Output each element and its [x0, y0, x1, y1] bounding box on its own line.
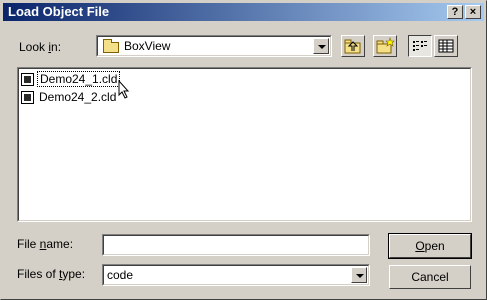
- create-new-folder-button[interactable]: [373, 35, 397, 57]
- load-object-file-dialog: Load Object File ? × Look in: BoxView De…: [0, 0, 487, 300]
- up-one-level-button[interactable]: [341, 35, 365, 57]
- file-list[interactable]: Demo24_1.cld Demo24_2.cld: [17, 67, 472, 222]
- cancel-button[interactable]: Cancel: [389, 265, 471, 289]
- files-of-type-combo[interactable]: code: [102, 264, 370, 286]
- file-icon: [21, 72, 34, 86]
- details-view-icon: [438, 39, 454, 53]
- look-in-value: BoxView: [124, 39, 171, 53]
- help-button[interactable]: ?: [447, 5, 463, 19]
- title-bar[interactable]: Load Object File ? ×: [3, 3, 484, 21]
- look-in-dropdown-button[interactable]: [313, 38, 329, 54]
- file-name: Demo24_2.cld: [39, 90, 117, 104]
- file-item-demo24-2[interactable]: Demo24_2.cld: [21, 89, 118, 105]
- file-name-input[interactable]: [102, 234, 370, 256]
- dialog-title: Load Object File: [8, 4, 110, 19]
- new-folder-icon: [376, 37, 395, 54]
- list-view-button[interactable]: [408, 35, 432, 57]
- file-name-label: File name:: [17, 237, 74, 251]
- file-icon: [21, 90, 34, 104]
- file-name: Demo24_1.cld: [37, 71, 121, 87]
- look-in-label: Look in:: [19, 40, 62, 54]
- files-of-type-dropdown-button[interactable]: [351, 267, 367, 283]
- folder-icon: [103, 39, 119, 53]
- mouse-cursor-icon: [118, 80, 130, 99]
- files-of-type-value: code: [107, 268, 134, 282]
- look-in-combo[interactable]: BoxView: [96, 35, 332, 57]
- close-button[interactable]: ×: [465, 5, 481, 19]
- details-view-button[interactable]: [434, 35, 458, 57]
- file-item-demo24-1[interactable]: Demo24_1.cld: [21, 71, 121, 87]
- files-of-type-label: Files of type:: [17, 267, 86, 281]
- open-button[interactable]: Open: [388, 233, 472, 259]
- up-folder-icon: [344, 39, 361, 54]
- list-view-icon: [413, 41, 427, 51]
